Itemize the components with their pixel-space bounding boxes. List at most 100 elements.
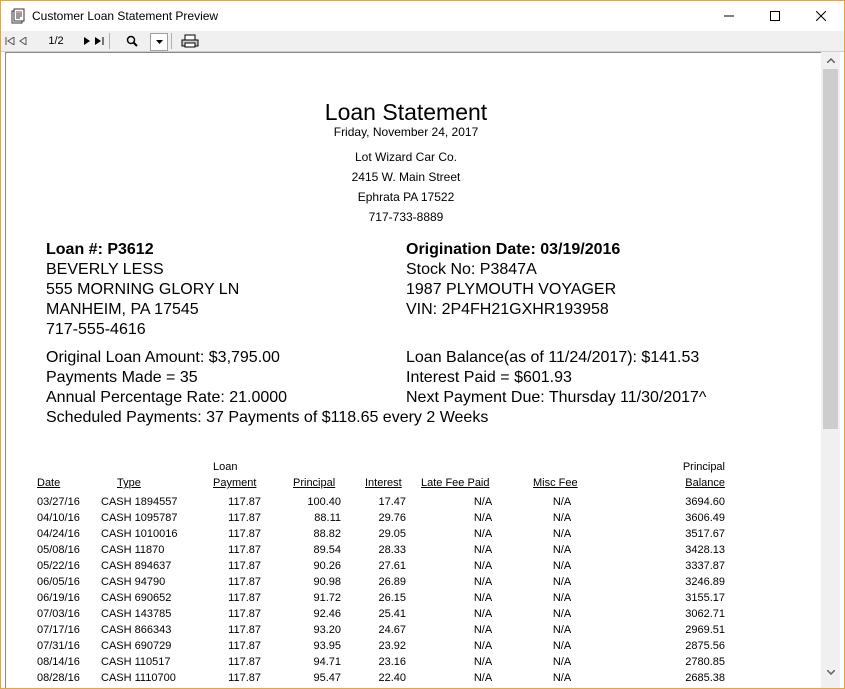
- previous-page-button[interactable]: [17, 33, 29, 49]
- cell-principal: 92.46: [313, 608, 341, 620]
- cell-interest: 28.33: [378, 544, 406, 556]
- print-button[interactable]: [177, 33, 203, 49]
- page-indicator: 1/2: [48, 35, 64, 47]
- window-title: Customer Loan Statement Preview: [32, 9, 219, 23]
- magnifier-icon: [126, 35, 138, 47]
- cell-balance: 3694.60: [685, 496, 725, 508]
- preview-window: Customer Loan Statement Preview 1/2 Loan…: [0, 0, 845, 689]
- cell-type: CASH 1110700: [101, 672, 176, 684]
- next-page-icon: [84, 37, 90, 45]
- close-button[interactable]: [798, 1, 844, 31]
- cell-loan-payment: 117.87: [228, 528, 261, 540]
- cell-misc-fee: N/A: [552, 544, 572, 556]
- cell-date: 07/31/16: [37, 640, 80, 652]
- vertical-scrollbar[interactable]: [821, 52, 840, 688]
- cell-principal: 89.54: [313, 544, 341, 556]
- maximize-button[interactable]: [752, 1, 798, 31]
- cell-principal: 90.26: [313, 560, 341, 572]
- report-page: Loan Statement Friday, November 24, 2017…: [6, 53, 821, 688]
- cell-interest: 29.05: [378, 528, 406, 540]
- cell-date: 07/17/16: [37, 624, 80, 636]
- cell-balance: 2780.85: [685, 656, 725, 668]
- customer-phone: 717-555-4616: [46, 321, 146, 338]
- cell-date: 08/14/16: [37, 656, 80, 668]
- stock-number: Stock No: P3847A: [406, 261, 537, 278]
- next-page-button[interactable]: [81, 33, 93, 49]
- column-header-type: Type: [117, 477, 141, 489]
- last-page-button[interactable]: [93, 33, 105, 49]
- cell-late-fee: N/A: [473, 672, 493, 684]
- cell-type: CASH 110517: [101, 656, 171, 668]
- cell-balance: 3155.17: [685, 592, 725, 604]
- close-icon: [816, 11, 826, 21]
- cell-date: 04/10/16: [37, 512, 80, 524]
- cell-date: 07/03/16: [37, 608, 80, 620]
- maximize-icon: [770, 11, 780, 21]
- cell-late-fee: N/A: [473, 624, 493, 636]
- origination-date: Origination Date: 03/19/2016: [406, 241, 621, 258]
- annual-percentage-rate: Annual Percentage Rate: 21.0000: [46, 389, 288, 406]
- first-page-icon: [5, 37, 15, 45]
- cell-date: 04/24/16: [37, 528, 80, 540]
- minimize-button[interactable]: [706, 1, 752, 31]
- cell-late-fee: N/A: [473, 592, 493, 604]
- customer-address1: 555 MORNING GLORY LN: [46, 281, 240, 298]
- cell-misc-fee: N/A: [552, 512, 572, 524]
- cell-balance: 3062.71: [685, 608, 725, 620]
- cell-balance: 2685.38: [685, 672, 725, 684]
- cell-balance: 3246.89: [685, 576, 725, 588]
- cell-date: 03/27/16: [37, 496, 80, 508]
- chevron-up-icon: [826, 58, 835, 63]
- title-bar: Customer Loan Statement Preview: [1, 1, 844, 31]
- cell-type: CASH 690729: [101, 640, 172, 652]
- cell-date: 08/28/16: [37, 672, 80, 684]
- cell-principal: 94.71: [313, 656, 341, 668]
- cell-date: 06/05/16: [37, 576, 80, 588]
- cell-balance: 3428.13: [685, 544, 725, 556]
- scroll-down-button[interactable]: [821, 664, 840, 681]
- cell-late-fee: N/A: [473, 576, 493, 588]
- column-header-date: Date: [37, 477, 61, 489]
- chevron-down-icon: [826, 670, 835, 675]
- cell-misc-fee: N/A: [552, 592, 572, 604]
- toolbar-separator: [171, 33, 172, 49]
- company-name: Lot Wizard Car Co.: [354, 150, 458, 164]
- cell-misc-fee: N/A: [552, 624, 572, 636]
- column-header-loan-payment: Payment: [213, 477, 257, 489]
- cell-principal: 90.98: [313, 576, 341, 588]
- cell-loan-payment: 117.87: [228, 576, 261, 588]
- cell-late-fee: N/A: [473, 640, 493, 652]
- cell-late-fee: N/A: [473, 560, 493, 572]
- cell-principal: 100.40: [307, 496, 341, 508]
- toolbar-separator: [109, 33, 110, 49]
- column-header-principal: Principal: [293, 477, 336, 489]
- cell-principal: 95.47: [313, 672, 341, 684]
- cell-late-fee: N/A: [473, 512, 493, 524]
- cell-interest: 26.15: [378, 592, 406, 604]
- scroll-thumb[interactable]: [823, 69, 838, 429]
- first-page-button[interactable]: [4, 33, 16, 49]
- cell-type: CASH 143785: [101, 608, 172, 620]
- cell-interest: 23.16: [378, 656, 406, 668]
- column-header-late-fee: Late Fee Paid: [421, 477, 490, 489]
- cell-loan-payment: 117.87: [228, 544, 261, 556]
- original-loan-amount: Original Loan Amount: $3,795.00: [46, 349, 280, 366]
- zoom-button[interactable]: [115, 33, 149, 49]
- cell-interest: 24.67: [378, 624, 406, 636]
- cell-balance: 2969.51: [685, 624, 725, 636]
- cell-principal: 88.82: [313, 528, 341, 540]
- loan-number: Loan #: P3612: [46, 241, 154, 258]
- vehicle-description: 1987 PLYMOUTH VOYAGER: [406, 281, 617, 298]
- customer-name: BEVERLY LESS: [46, 261, 164, 278]
- cell-misc-fee: N/A: [552, 608, 572, 620]
- cell-principal: 93.20: [313, 624, 341, 636]
- zoom-dropdown[interactable]: [150, 33, 168, 51]
- scroll-up-button[interactable]: [821, 52, 840, 69]
- cell-misc-fee: N/A: [552, 656, 572, 668]
- cell-balance: 3517.67: [685, 528, 725, 540]
- cell-loan-payment: 117.87: [228, 624, 261, 636]
- cell-misc-fee: N/A: [552, 560, 572, 572]
- loan-balance: Loan Balance(as of 11/24/2017): $141.53: [406, 349, 700, 366]
- cell-principal: 88.11: [314, 512, 341, 524]
- cell-type: CASH 894637: [101, 560, 172, 572]
